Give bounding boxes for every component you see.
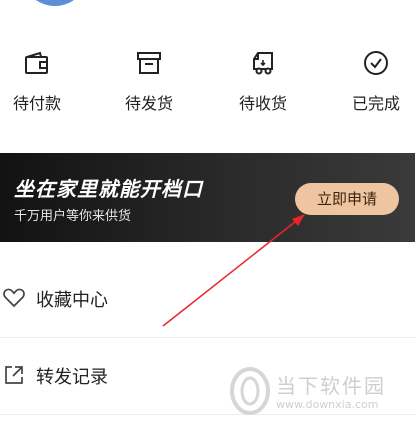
watermark: 当下软件园 www.downxia.com	[228, 366, 408, 426]
watermark-url: www.downxia.com	[276, 398, 379, 411]
watermark-logo-icon	[230, 367, 270, 415]
watermark-text: 当下软件园	[276, 374, 386, 398]
